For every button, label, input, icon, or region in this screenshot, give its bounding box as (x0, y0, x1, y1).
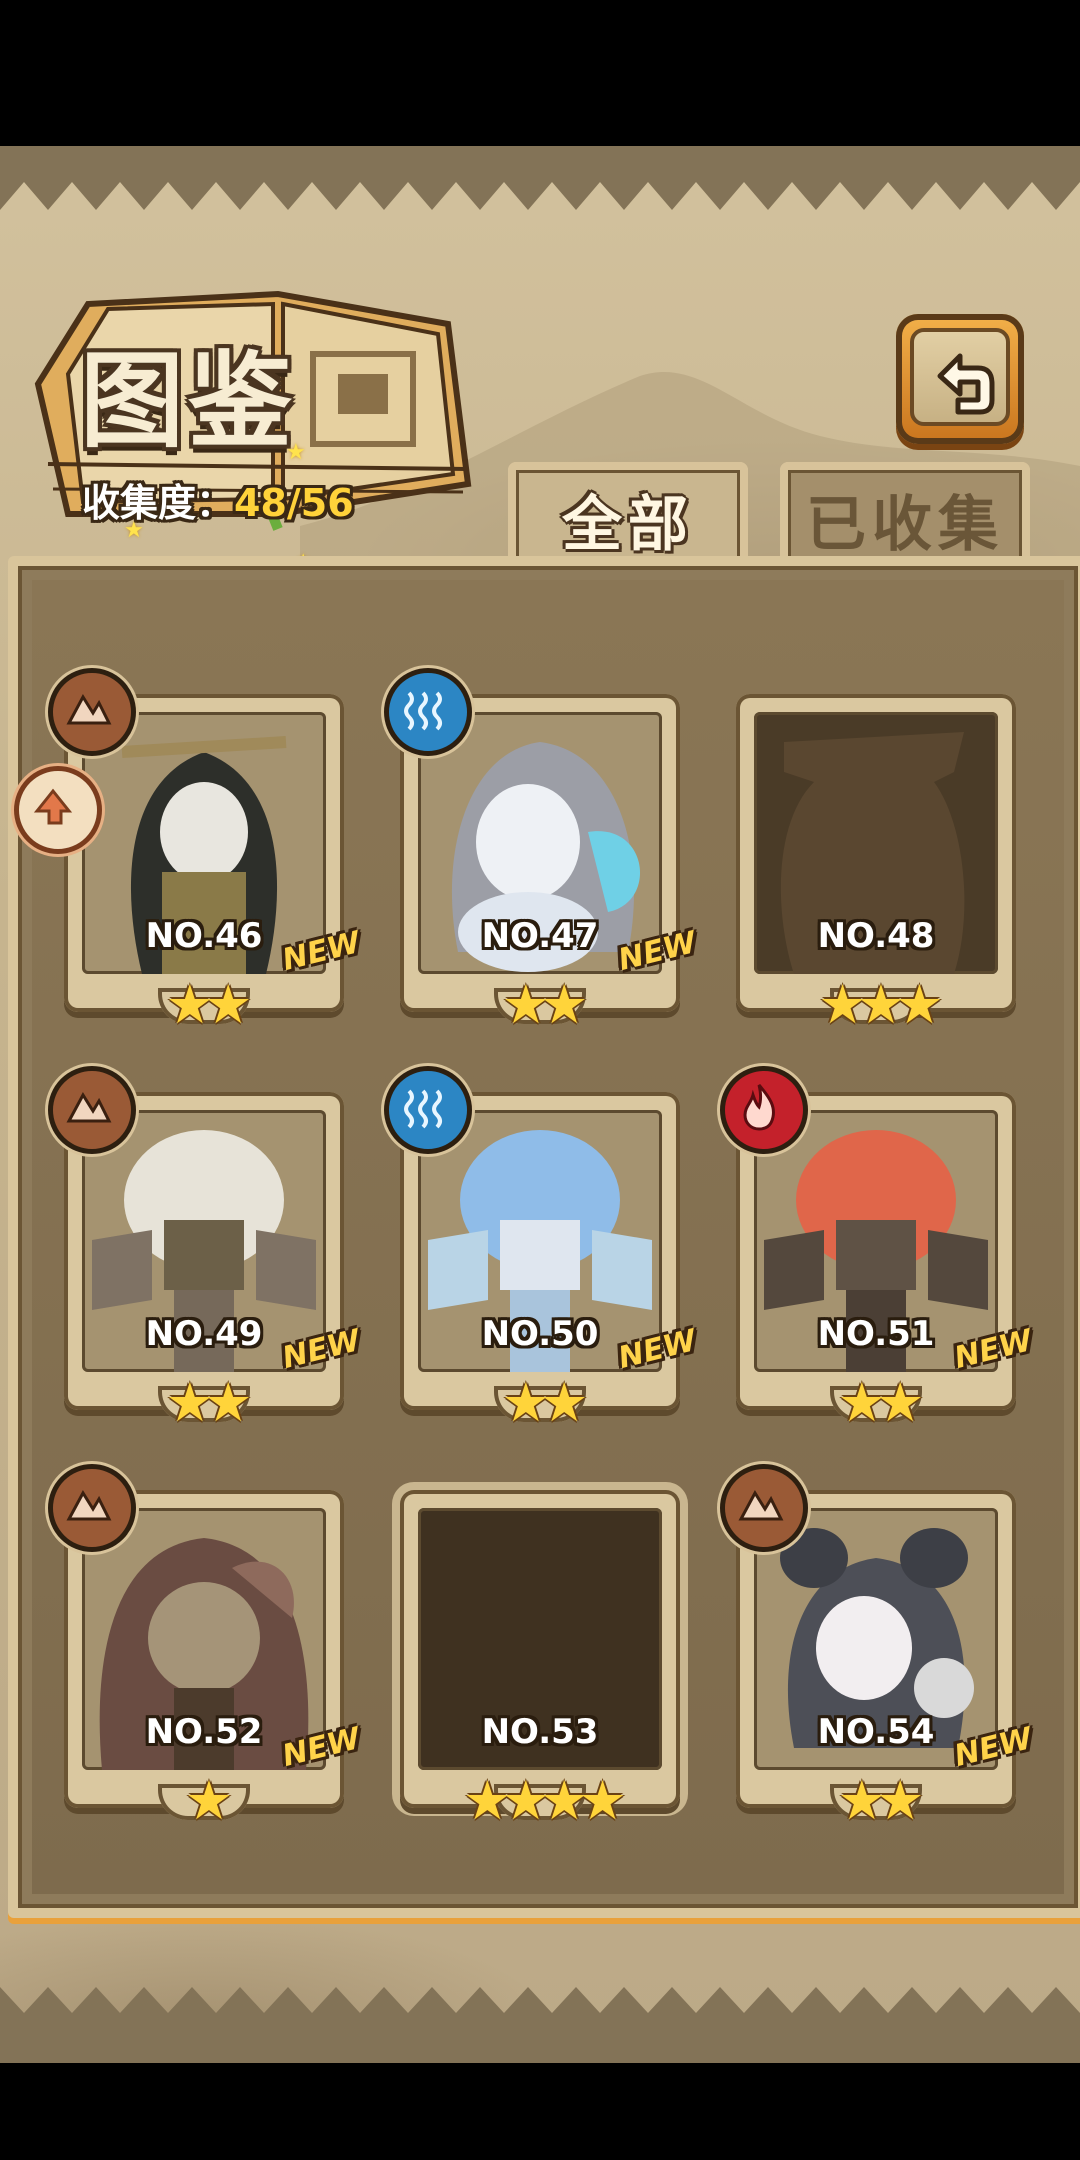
collection-count: 48/56 (234, 481, 354, 525)
star-rating: ★★★★ (463, 1769, 627, 1832)
return-arrow-icon (937, 353, 995, 415)
collection-progress: 收集度：48/56 (82, 472, 354, 527)
side-expand-button[interactable] (14, 766, 102, 854)
star-rating: ★★ (837, 1371, 925, 1434)
water-element-icon (384, 1066, 472, 1154)
water-element-icon (384, 668, 472, 756)
card-number: NO.53 (481, 1712, 599, 1752)
star-rating: ★★ (837, 1769, 925, 1832)
star-rating: ★★★ (818, 973, 943, 1036)
star-rating: ★★ (165, 1371, 253, 1434)
arrow-icon (33, 788, 73, 825)
back-button[interactable] (896, 314, 1024, 444)
earth-element-icon (48, 668, 136, 756)
sparkle-icon: ★ (124, 518, 144, 543)
codex-screen: 图鉴 收集度：48/56 ★ ★ ★ ★ ★ 全部 已收集 NO.46 NEW … (0, 146, 1080, 2063)
star-rating: ★ (184, 1769, 233, 1832)
bottom-zigzag-border (0, 1987, 1080, 2063)
earth-element-icon (48, 1464, 136, 1552)
tab-all[interactable]: 全部 (508, 462, 748, 562)
tab-collected-label: 已收集 (806, 490, 1004, 560)
star-rating: ★★ (501, 973, 589, 1036)
page-title: 图鉴 (80, 339, 297, 462)
tab-collected[interactable]: 已收集 (780, 462, 1030, 562)
earth-element-icon (48, 1066, 136, 1154)
card-number: NO.48 (817, 916, 935, 956)
sparkle-icon: ★ (286, 440, 306, 465)
fire-element-icon (720, 1066, 808, 1154)
top-zigzag-border (0, 146, 1080, 210)
earth-element-icon (720, 1464, 808, 1552)
collection-label: 收集度： (82, 481, 235, 525)
star-rating: ★★ (165, 973, 253, 1036)
star-rating: ★★ (501, 1371, 589, 1434)
tab-all-label: 全部 (562, 490, 694, 560)
